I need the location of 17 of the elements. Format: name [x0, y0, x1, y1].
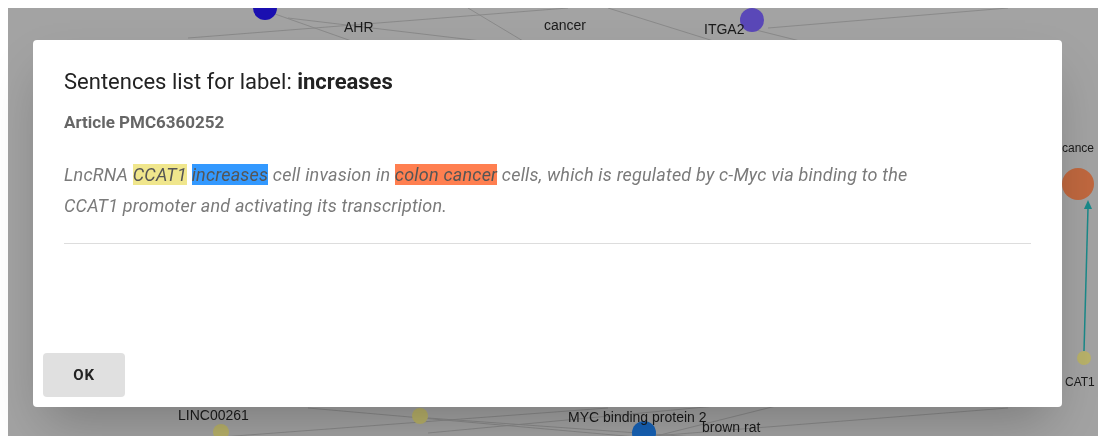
node-label: brown rat: [702, 419, 761, 435]
graph-node[interactable]: [213, 424, 229, 436]
article-heading: Article PMC6360252: [64, 110, 226, 134]
graph-node[interactable]: [253, 8, 277, 20]
node-label: ITGA2: [704, 21, 745, 37]
node-label: cance: [1062, 141, 1095, 155]
graph-node[interactable]: [412, 408, 428, 424]
graph-node[interactable]: [1062, 168, 1094, 200]
dialog-title: Sentences list for label: increases: [64, 68, 394, 96]
node-label: cancer: [544, 17, 587, 33]
node-label: LINC00261: [178, 407, 249, 423]
node-label: CAT1: [1065, 375, 1095, 389]
graph-node[interactable]: [1077, 351, 1091, 365]
ok-button[interactable]: OK: [43, 353, 125, 397]
highlighted-term: CCAT1: [132, 164, 187, 185]
highlighted-term: increases: [191, 164, 269, 185]
node-label: AHR: [344, 19, 374, 35]
